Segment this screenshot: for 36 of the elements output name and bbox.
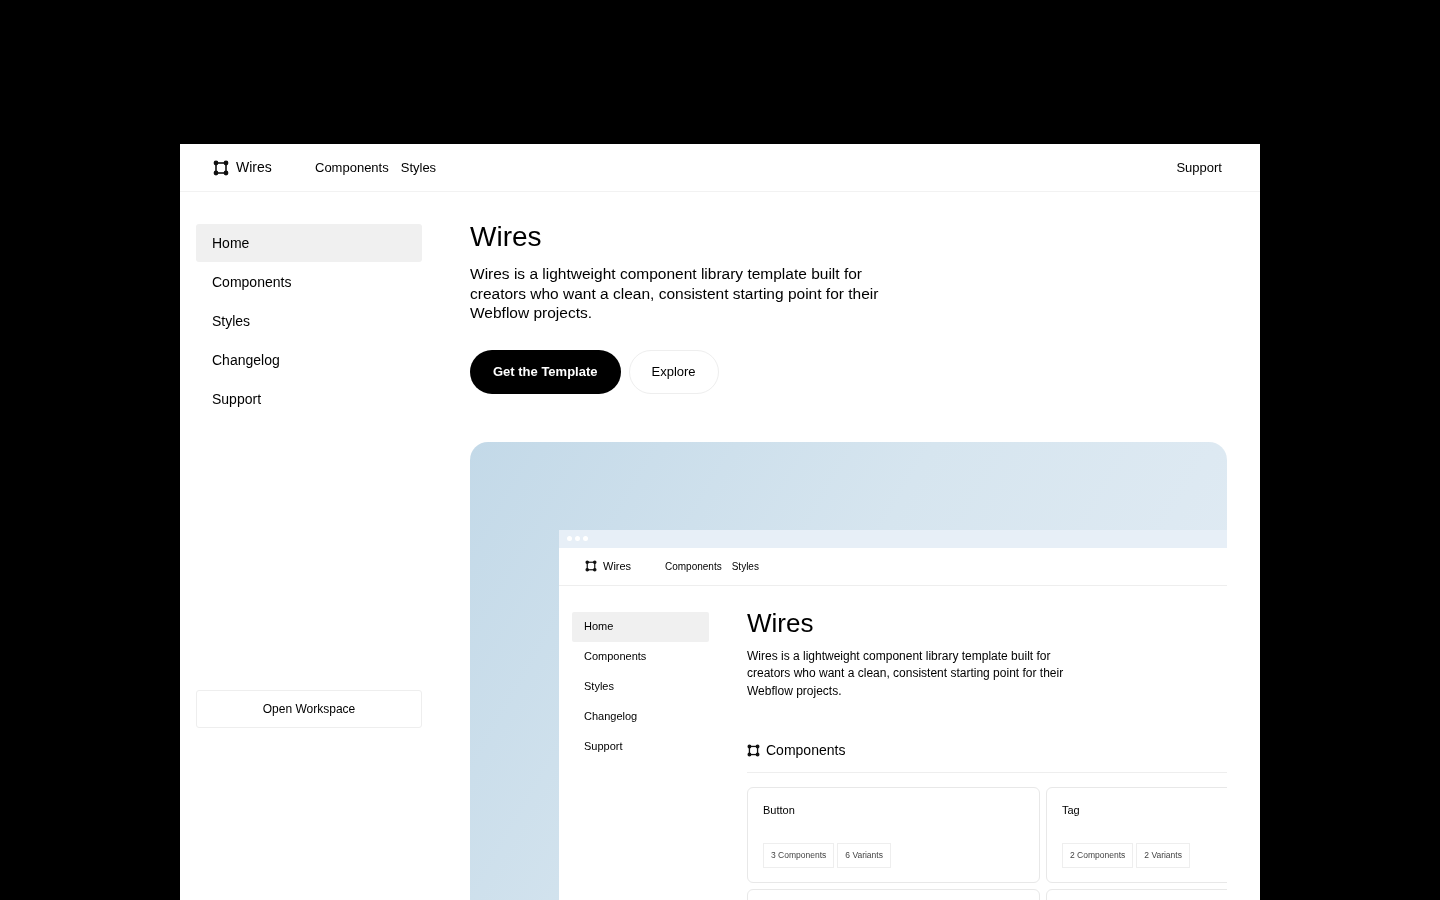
- brand-name[interactable]: Wires: [236, 157, 272, 178]
- sidebar-item[interactable]: Home: [196, 224, 422, 262]
- sidebar-item[interactable]: Home: [572, 611, 709, 642]
- logo-icon: [585, 560, 597, 572]
- count-tag: 2 Variants: [1136, 843, 1190, 868]
- nav-link[interactable]: Components: [315, 157, 389, 178]
- sidebar-item[interactable]: Support: [196, 380, 422, 418]
- nav-link[interactable]: Styles: [731, 558, 759, 574]
- preview-title: Wires: [747, 607, 815, 638]
- section-title: Components: [766, 740, 846, 760]
- get-template-button[interactable]: Get the Template: [470, 349, 621, 394]
- explore-button[interactable]: Explore: [628, 349, 719, 394]
- logo-icon: [213, 159, 229, 176]
- sidebar-item[interactable]: Components: [196, 263, 422, 301]
- open-workspace-button[interactable]: Open Workspace: [196, 690, 422, 728]
- sidebar-item[interactable]: Support: [572, 731, 709, 762]
- hero-description: Wires is a lightweight component library template built for creators who want a clean, consistent starting point for their Webflow projects.: [470, 264, 880, 323]
- count-tag: 6 Variants: [837, 843, 891, 868]
- card-title: Tag: [1062, 803, 1081, 818]
- count-tag: 2 Components: [1062, 843, 1134, 868]
- brand-name[interactable]: Wires: [603, 557, 632, 575]
- sidebar-item[interactable]: Changelog: [572, 701, 709, 732]
- nav-link[interactable]: Styles: [400, 157, 437, 178]
- sidebar-item[interactable]: Styles: [572, 671, 709, 702]
- sidebar-item[interactable]: Styles: [196, 302, 422, 340]
- preview-description: Wires is a lightweight component library template built for creators who want a clean, consistent starting point for their Webflow projects.: [747, 647, 1065, 700]
- support-link[interactable]: Support: [1176, 157, 1222, 178]
- sidebar-item[interactable]: Components: [572, 641, 709, 672]
- component-card[interactable]: Button 3 Components 6 Variants: [747, 787, 1040, 883]
- component-card[interactable]: Tag 2 Components 2 Variants: [1046, 787, 1227, 883]
- page-title: Wires: [470, 220, 543, 254]
- nav-link[interactable]: Components: [665, 558, 722, 574]
- sidebar-item[interactable]: Changelog: [196, 341, 422, 379]
- count-tag: 3 Components: [763, 843, 835, 868]
- logo-icon: [747, 743, 760, 757]
- card-title: Button: [763, 803, 796, 818]
